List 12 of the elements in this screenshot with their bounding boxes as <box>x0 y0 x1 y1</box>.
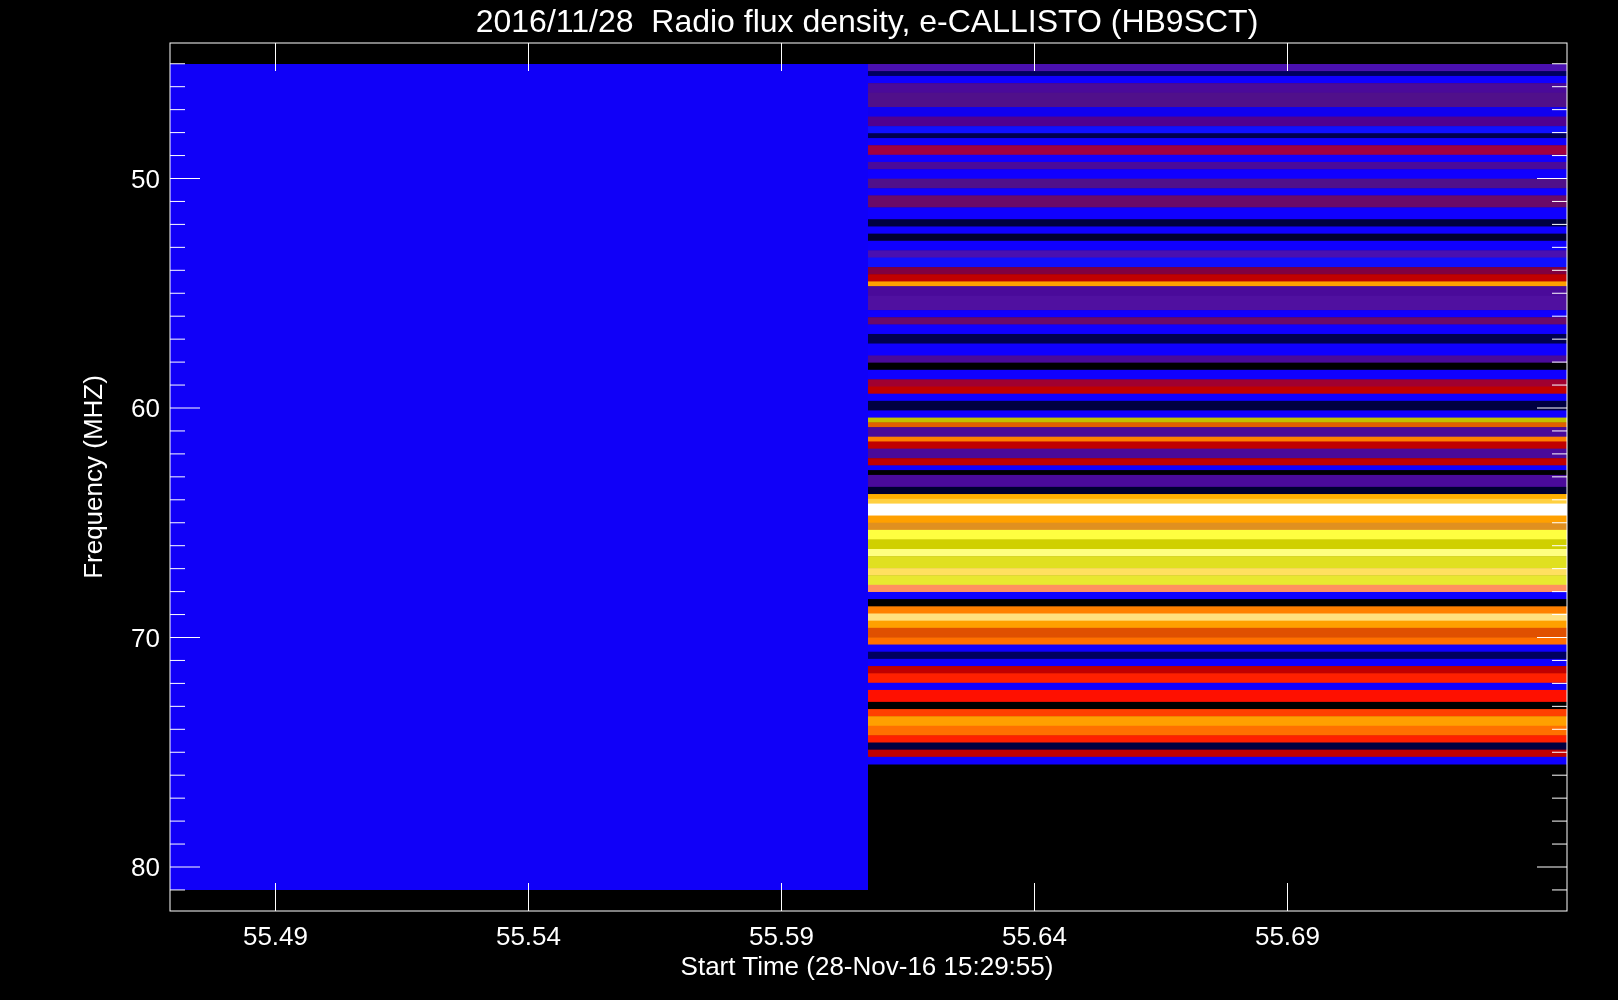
y-tick-label: 60 <box>131 393 160 423</box>
y-tick-label: 70 <box>131 622 160 653</box>
x-tick-label: 55.69 <box>1254 921 1321 951</box>
x-axis-label: Start Time (28-Nov-16 15:29:55) <box>680 951 1054 981</box>
x-tick-label: 55.64 <box>1001 921 1068 951</box>
chart-title: 2016/11/28 Radio flux density, e-CALLISTO (HB9SCT) <box>475 3 1259 39</box>
x-tick-label: 55.49 <box>242 921 309 951</box>
y-tick-label: 80 <box>131 852 160 882</box>
x-tick-label: 55.59 <box>748 921 815 951</box>
y-tick-label: 50 <box>131 163 160 194</box>
y-axis-label: Frequency (MHZ) <box>78 375 108 579</box>
x-tick-label: 55.54 <box>495 921 562 951</box>
